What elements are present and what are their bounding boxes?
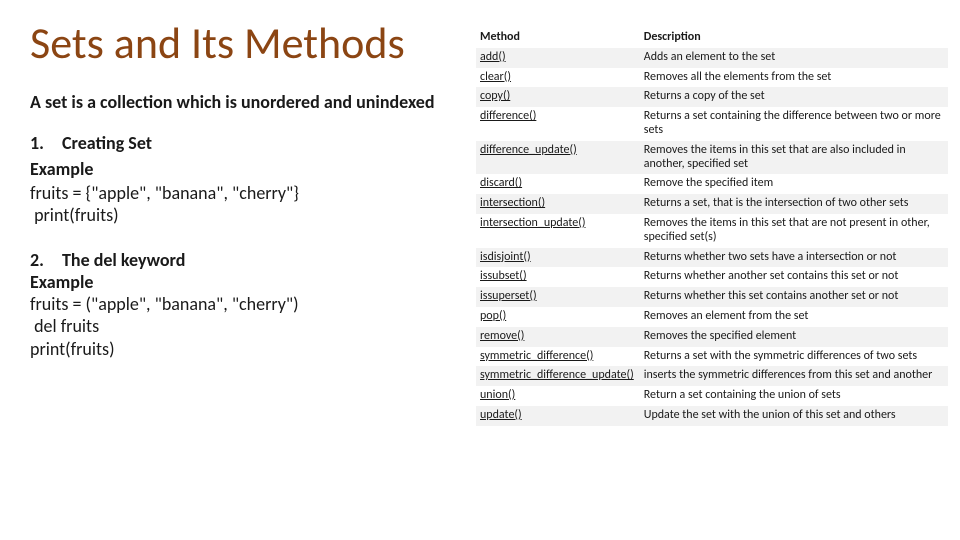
table-row: difference() Returns a set containing the…: [476, 107, 948, 141]
section-del-keyword: 2.The del keyword Example fruits = ("app…: [30, 249, 458, 361]
left-column: Sets and Its Methods A set is a collecti…: [0, 0, 470, 540]
method-cell: update(): [476, 406, 640, 426]
method-cell: symmetric_difference_update(): [476, 366, 640, 386]
table-row: issuperset() Returns whether this set con…: [476, 287, 948, 307]
methods-table: Method Description add() Adds an element …: [476, 28, 948, 426]
description-cell: Removes an element from the set: [640, 307, 948, 327]
method-link[interactable]: copy(): [480, 89, 510, 103]
section-creating-set: 1.Creating Set Example fruits = {"apple"…: [30, 132, 458, 227]
method-link[interactable]: pop(): [480, 309, 506, 323]
description-cell: Removes the items in this set that are a…: [640, 141, 948, 175]
table-row: clear() Removes all the elements from the…: [476, 68, 948, 88]
method-link[interactable]: intersection(): [480, 196, 545, 210]
code-block: fruits = {"apple", "banana", "cherry"} p…: [30, 182, 458, 227]
table-row: pop() Removes an element from the set: [476, 307, 948, 327]
method-cell: symmetric_difference(): [476, 347, 640, 367]
method-link[interactable]: intersection_update(): [480, 216, 586, 230]
description-cell: Removes all the elements from the set: [640, 68, 948, 88]
table-row: copy() Returns a copy of the set: [476, 87, 948, 107]
example-label: Example: [30, 271, 458, 293]
method-link[interactable]: symmetric_difference_update(): [480, 368, 634, 382]
table-header-row: Method Description: [476, 28, 948, 48]
method-cell: pop(): [476, 307, 640, 327]
method-link[interactable]: difference(): [480, 109, 536, 123]
method-link[interactable]: clear(): [480, 70, 511, 84]
section-title: The del keyword: [62, 249, 185, 271]
method-cell: remove(): [476, 327, 640, 347]
method-cell: intersection_update(): [476, 214, 640, 248]
method-cell: intersection(): [476, 194, 640, 214]
method-link[interactable]: update(): [480, 408, 522, 422]
page-title: Sets and Its Methods: [30, 20, 458, 66]
section-title: Creating Set: [62, 132, 152, 154]
method-cell: discard(): [476, 174, 640, 194]
method-cell: clear(): [476, 68, 640, 88]
section-heading: 2.The del keyword: [30, 249, 458, 271]
section-number: 1.: [30, 132, 62, 154]
header-method: Method: [476, 28, 640, 48]
table-row: intersection_update() Removes the items i…: [476, 214, 948, 248]
description-cell: Returns a set with the symmetric differe…: [640, 347, 948, 367]
table-row: update() Update the set with the union of…: [476, 406, 948, 426]
description-cell: Returns whether another set contains thi…: [640, 267, 948, 287]
method-link[interactable]: issuperset(): [480, 289, 537, 303]
table-row: issubset() Returns whether another set co…: [476, 267, 948, 287]
description-cell: Removes the specified element: [640, 327, 948, 347]
method-cell: difference(): [476, 107, 640, 141]
description-cell: Remove the specified item: [640, 174, 948, 194]
method-cell: difference_update(): [476, 141, 640, 175]
code-block: fruits = ("apple", "banana", "cherry") d…: [30, 293, 458, 361]
description-cell: Returns a set containing the difference …: [640, 107, 948, 141]
description-cell: Update the set with the union of this se…: [640, 406, 948, 426]
table-row: add() Adds an element to the set: [476, 48, 948, 68]
method-link[interactable]: remove(): [480, 329, 524, 343]
section-heading: 1.Creating Set: [30, 132, 458, 154]
section-number: 2.: [30, 249, 62, 271]
method-link[interactable]: issubset(): [480, 269, 527, 283]
example-label: Example: [30, 158, 458, 180]
method-cell: copy(): [476, 87, 640, 107]
description-cell: Return a set containing the union of set…: [640, 386, 948, 406]
method-link[interactable]: difference_update(): [480, 143, 577, 157]
description-cell: inserts the symmetric differences from t…: [640, 366, 948, 386]
method-cell: add(): [476, 48, 640, 68]
table-row: discard() Remove the specified item: [476, 174, 948, 194]
method-link[interactable]: add(): [480, 50, 506, 64]
method-link[interactable]: discard(): [480, 176, 522, 190]
subtitle: A set is a collection which is unordered…: [30, 92, 458, 114]
method-cell: isdisjoint(): [476, 248, 640, 268]
description-cell: Returns whether two sets have a intersec…: [640, 248, 948, 268]
table-row: difference_update() Removes the items in …: [476, 141, 948, 175]
method-cell: union(): [476, 386, 640, 406]
slide: Sets and Its Methods A set is a collecti…: [0, 0, 960, 540]
description-cell: Returns whether this set contains anothe…: [640, 287, 948, 307]
table-row: union() Return a set containing the union…: [476, 386, 948, 406]
description-cell: Returns a set, that is the intersection …: [640, 194, 948, 214]
description-cell: Removes the items in this set that are n…: [640, 214, 948, 248]
table-row: remove() Removes the specified element: [476, 327, 948, 347]
description-cell: Adds an element to the set: [640, 48, 948, 68]
right-column: Method Description add() Adds an element …: [470, 0, 960, 540]
method-link[interactable]: union(): [480, 388, 515, 402]
table-row: intersection() Returns a set, that is the…: [476, 194, 948, 214]
table-row: isdisjoint() Returns whether two sets hav…: [476, 248, 948, 268]
table-row: symmetric_difference_update() inserts the…: [476, 366, 948, 386]
header-description: Description: [640, 28, 948, 48]
method-cell: issubset(): [476, 267, 640, 287]
description-cell: Returns a copy of the set: [640, 87, 948, 107]
method-cell: issuperset(): [476, 287, 640, 307]
method-link[interactable]: symmetric_difference(): [480, 349, 593, 363]
method-link[interactable]: isdisjoint(): [480, 250, 531, 264]
table-row: symmetric_difference() Returns a set with…: [476, 347, 948, 367]
